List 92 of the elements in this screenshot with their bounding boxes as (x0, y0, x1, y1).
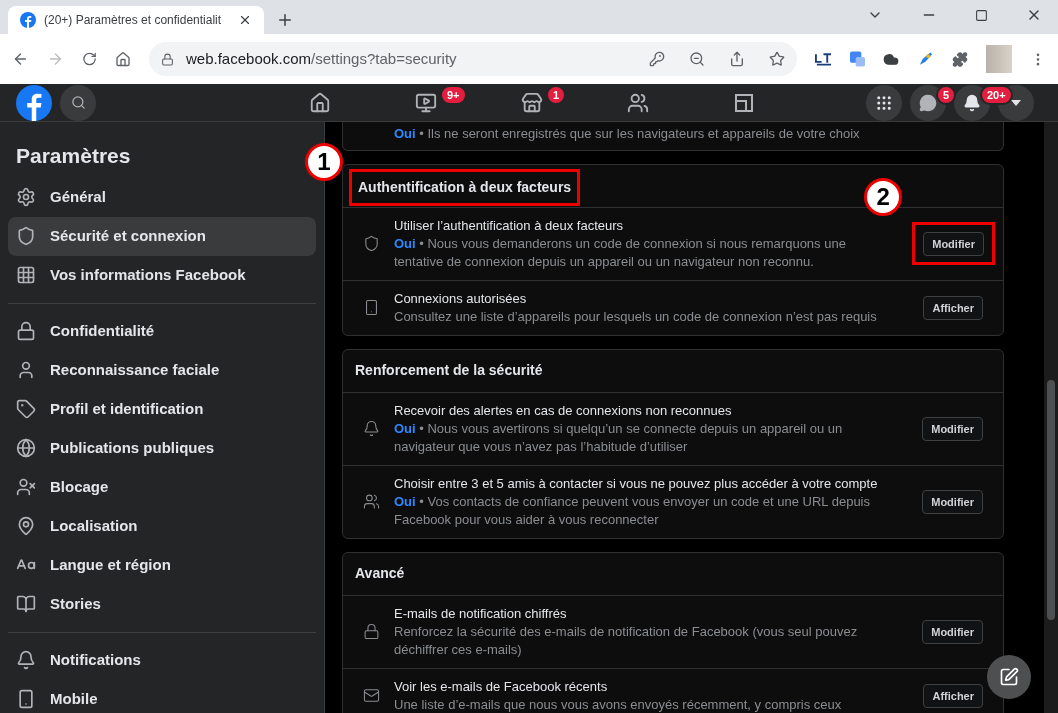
compose-icon (999, 667, 1019, 687)
setting-description: Une liste d’e-mails que nous vous avons envoyés récemment, y compris ceux (394, 695, 843, 713)
mail-icon (363, 687, 380, 704)
sidebar-item[interactable]: Publications publiques (8, 428, 316, 468)
tag-icon (16, 399, 36, 419)
phone-icon (363, 299, 380, 316)
sidebar-item[interactable]: Localisation (8, 506, 316, 546)
sidebar-item[interactable]: Sécurité et connexion (8, 216, 316, 256)
lock-icon (363, 623, 380, 640)
notification-badge: 20+ (980, 84, 1013, 105)
sidebar-item[interactable]: Reconnaissance faciale (8, 350, 316, 390)
search-button[interactable] (60, 84, 96, 121)
sidebar-title: Paramètres (15, 143, 132, 169)
url-text: web.facebook.com/settings?tab=security (186, 48, 458, 69)
sidebar-item[interactable]: Confidentialité (8, 311, 316, 351)
setting-description: Oui • Nous vous demanderons un code de connexion si nous remarquons une tentative de connexion depuis un appareil ou un navigateur non reconnu. (394, 234, 847, 271)
search-icon (70, 95, 86, 110)
bell-icon (963, 93, 981, 112)
phone-icon (16, 689, 36, 709)
setting-title: Utiliser l’authentification à deux facteurs (394, 216, 625, 235)
reload-icon[interactable] (81, 51, 97, 67)
notification-badge: 9+ (440, 84, 467, 105)
share-icon[interactable] (728, 51, 745, 67)
store-icon (521, 91, 543, 114)
maximize-icon[interactable] (975, 8, 988, 22)
sidebar-item[interactable]: Mobile (8, 679, 316, 713)
sidebar-item[interactable]: Blocage (8, 467, 316, 507)
bell-icon (16, 650, 36, 670)
sidebar-item[interactable]: Langue et région (8, 545, 316, 585)
group-icon (627, 91, 649, 114)
setting-description: Oui • Vos contacts de confiance peuvent vous envoyer un code et une URL depuis Facebook pour vous aider à vous reconnecter (394, 492, 871, 529)
tab-title: (20+) Paramètres et confidentialit (44, 12, 223, 29)
setting-title: Voir les e-mails de Facebook récents (394, 677, 609, 696)
setting-button[interactable]: Afficher (923, 295, 983, 321)
person-icon (16, 360, 36, 380)
section-title: Avancé (355, 564, 405, 583)
shield-icon (363, 235, 380, 252)
step-number-annotation: 2 (864, 177, 903, 216)
scrollbar[interactable] (1044, 122, 1058, 713)
close-icon[interactable] (238, 13, 252, 27)
setting-title: E-mails de notification chiffrés (394, 604, 568, 623)
setting-button[interactable]: Modifier (922, 489, 983, 515)
notification-badge: 5 (936, 84, 957, 105)
menu-button[interactable] (866, 84, 902, 121)
back-icon[interactable] (12, 50, 29, 68)
zoom-out-icon[interactable] (688, 51, 705, 67)
sidebar-item[interactable]: Vos informations Facebook (8, 255, 316, 295)
shield-icon (16, 226, 36, 246)
section-title: Renforcement de la sécurité (355, 361, 543, 380)
person-block-icon (16, 477, 36, 497)
facebook-logo-icon[interactable] (16, 84, 52, 121)
star-icon[interactable] (768, 51, 785, 67)
caret-icon (1011, 99, 1021, 106)
setting-title: Choisir entre 3 et 5 amis à contacter si vous ne pouvez plus accéder à votre compte (394, 474, 879, 493)
address-bar[interactable]: web.facebook.com/settings?tab=security (149, 42, 797, 76)
extensions-icon[interactable] (951, 50, 968, 68)
menu-icon (875, 93, 893, 112)
home-icon (309, 91, 331, 114)
setting-title: Connexions autorisées (394, 289, 528, 308)
sidebar-item[interactable]: Profil et identification (8, 389, 316, 429)
lock-icon (16, 321, 36, 341)
sidebar-item[interactable]: Notifications (8, 640, 316, 680)
setting-description: Oui • Nous vous avertirons si quelqu’un se connecte depuis un appareil ou un navigateur que vous n’avez pas l’habitude d’utiliser (394, 419, 844, 456)
messenger-icon (919, 93, 937, 112)
setting-button[interactable]: Modifier (923, 231, 984, 257)
notification-badge: 1 (546, 84, 567, 105)
setting-title: Recevoir des alertes en cas de connexions non reconnues (394, 401, 733, 420)
translate-icon[interactable] (849, 51, 865, 67)
gear-icon (16, 187, 36, 207)
globe-icon (16, 438, 36, 458)
setting-description: Consultez une liste d’appareils pour lesquels un code de connexion n’est pas requis (394, 307, 878, 326)
setting-description: Renforcez la sécurité des e-mails de notification de Facebook (vous seul pouvez déchiffrer ces e-mails) (394, 622, 859, 659)
setting-description: Oui • Ils ne seront enregistrés que sur les navigateurs et appareils de votre choix (394, 126, 860, 141)
video-icon (415, 91, 437, 114)
book-icon (16, 594, 36, 614)
section-title: Authentification à deux facteurs (349, 168, 581, 206)
setting-button[interactable]: Afficher (923, 683, 983, 709)
home-icon[interactable] (115, 50, 131, 68)
key-icon[interactable] (648, 51, 665, 67)
lock-icon (161, 52, 174, 66)
bell-icon (363, 420, 380, 437)
sidebar-item[interactable]: Stories (8, 584, 316, 624)
gaming-icon (733, 91, 755, 114)
facebook-logo-icon (20, 12, 36, 28)
new-tab-icon[interactable] (276, 11, 294, 29)
setting-button[interactable]: Modifier (922, 619, 983, 645)
people-icon (363, 493, 380, 510)
setting-button[interactable]: Modifier (922, 416, 983, 442)
grid-icon (16, 265, 36, 285)
location-pin-icon (16, 516, 36, 536)
browser-tab[interactable]: (20+) Paramètres et confidentialit (8, 6, 264, 34)
extension-icon[interactable] (814, 52, 832, 66)
